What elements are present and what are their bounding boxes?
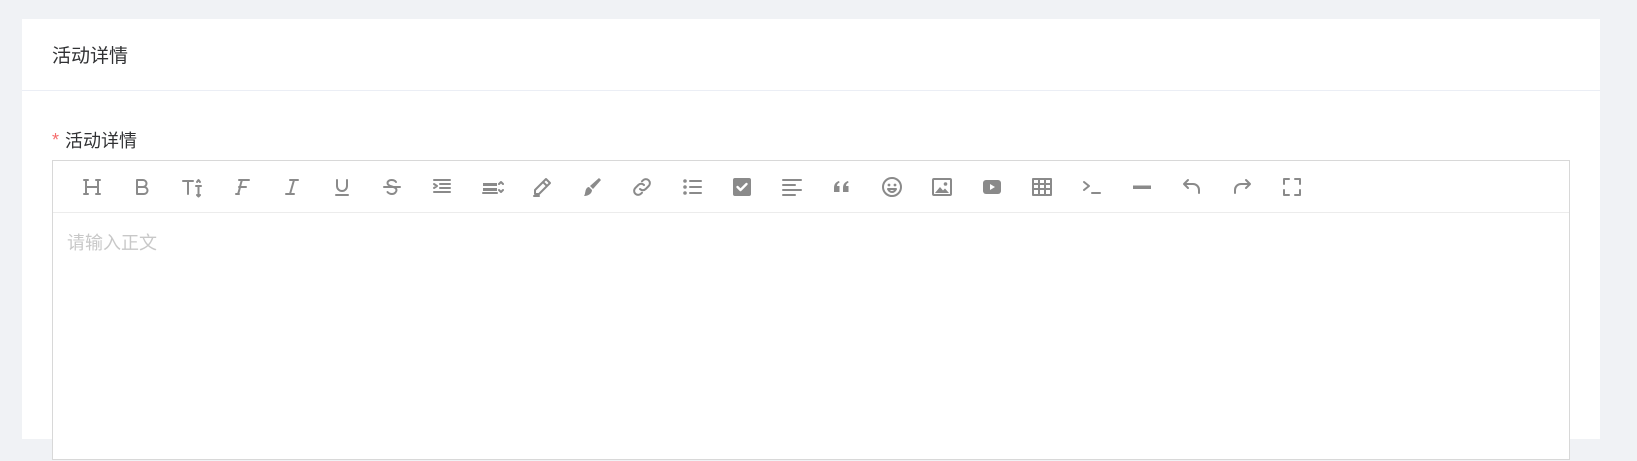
undo-button[interactable] [1167, 167, 1217, 207]
undo-icon [1183, 178, 1200, 194]
divider-icon [1133, 185, 1151, 189]
card-header: 活动详情 [22, 19, 1600, 91]
emoji-button[interactable] [867, 167, 917, 207]
bold-icon [136, 178, 149, 195]
field-label-text: 活动详情 [65, 131, 138, 151]
font-family-button[interactable] [217, 167, 267, 207]
italic-button[interactable] [267, 167, 317, 207]
code-icon [1083, 180, 1101, 194]
quote-button[interactable] [817, 167, 867, 207]
table-icon [1032, 177, 1052, 196]
align-button[interactable] [767, 167, 817, 207]
strikethrough-button[interactable] [367, 167, 417, 207]
heading-button[interactable] [67, 167, 117, 207]
font-size-icon [182, 178, 202, 197]
font-color-button[interactable] [517, 167, 567, 207]
background-color-icon [584, 177, 601, 196]
link-button[interactable] [617, 167, 667, 207]
field-label: * 活动详情 [52, 127, 137, 153]
editor-toolbar [53, 161, 1569, 213]
emoji-icon [882, 176, 902, 197]
indent-button[interactable] [417, 167, 467, 207]
quote-icon [834, 180, 849, 192]
video-button[interactable] [967, 167, 1017, 207]
required-mark: * [52, 129, 60, 150]
italic-icon [285, 178, 299, 195]
card-title: 活动详情 [52, 46, 129, 67]
bullet-list-icon [683, 178, 702, 195]
align-icon [782, 178, 802, 196]
font-size-button[interactable] [167, 167, 217, 207]
underline-icon [335, 178, 349, 196]
underline-button[interactable] [317, 167, 367, 207]
editor-body [53, 213, 1569, 461]
bold-button[interactable] [117, 167, 167, 207]
strikethrough-icon [383, 178, 401, 195]
line-height-button[interactable] [467, 167, 517, 207]
rich-text-editor [52, 160, 1570, 460]
video-icon [983, 179, 1001, 194]
table-button[interactable] [1017, 167, 1067, 207]
indent-icon [433, 178, 451, 193]
heading-icon [83, 178, 101, 195]
checkbox-icon [733, 177, 751, 196]
image-icon [932, 177, 952, 196]
font-family-icon [235, 178, 250, 195]
activity-detail-card: 活动详情 * 活动详情 [22, 19, 1600, 460]
fullscreen-button[interactable] [1267, 167, 1317, 207]
bullet-list-button[interactable] [667, 167, 717, 207]
redo-button[interactable] [1217, 167, 1267, 207]
fullscreen-icon [1283, 177, 1301, 196]
link-icon [633, 177, 651, 196]
image-button[interactable] [917, 167, 967, 207]
checkbox-button[interactable] [717, 167, 767, 207]
line-height-icon [482, 180, 504, 194]
divider-button[interactable] [1117, 167, 1167, 207]
font-color-icon [533, 177, 551, 197]
editor-content-input[interactable] [67, 229, 1555, 445]
code-button[interactable] [1067, 167, 1117, 207]
redo-icon [1234, 178, 1251, 194]
background-color-button[interactable] [567, 167, 617, 207]
